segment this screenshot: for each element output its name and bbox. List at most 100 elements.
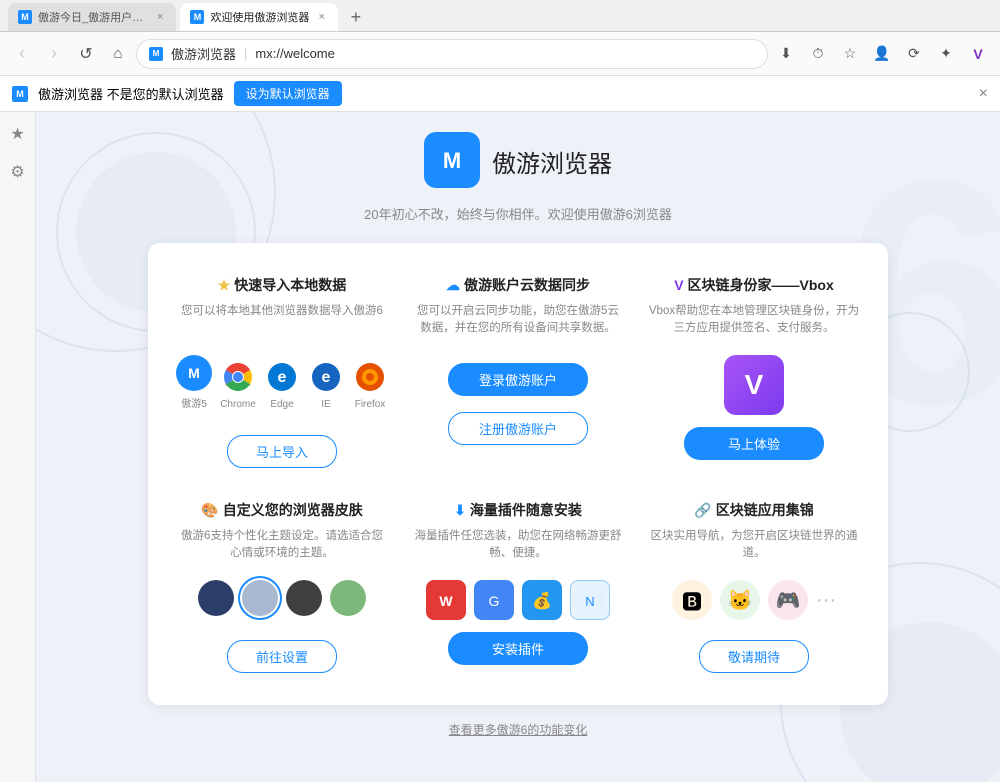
infobar-message: 傲游浏览器 不是您的默认浏览器 xyxy=(38,84,224,103)
svg-text:M: M xyxy=(188,365,200,381)
vbox-logo: V xyxy=(724,355,784,415)
sync-card-desc: 您可以开启云同步功能，助您在傲游5云数据，并在您的所有设备间共享数据。 xyxy=(412,303,624,343)
more-features-link[interactable]: 查看更多傲游6的功能变化 xyxy=(449,721,588,738)
sync-button[interactable]: ⟳ xyxy=(900,40,928,68)
address-favicon: M xyxy=(149,47,163,61)
theme-dark[interactable] xyxy=(286,580,322,616)
navbar: ‹ › ↺ ⌂ M 傲游浏览器 | mx://welcome ⬇ ⏱ ☆ 👤 ⟳… xyxy=(0,32,1000,76)
extensions-button[interactable]: ✦ xyxy=(932,40,960,68)
import-browser-icons: M 傲游5 xyxy=(176,355,388,410)
tab2-favicon: M xyxy=(190,10,204,24)
tab-2[interactable]: M 欢迎使用傲游浏览器 × xyxy=(180,3,337,31)
plugins-title-icon: ⬇ xyxy=(454,502,466,519)
svg-text:e: e xyxy=(278,369,287,386)
plugins-card-title: ⬇ 海量插件随意安装 xyxy=(454,500,582,520)
theme-light-blue[interactable] xyxy=(242,580,278,616)
plugins-card: ⬇ 海量插件随意安装 海量插件任您选装，助您在网络畅游更舒畅、便捷。 W G 💰 xyxy=(408,492,628,681)
infobar: M 傲游浏览器 不是您的默认浏览器 设为默认浏览器 × xyxy=(0,76,1000,112)
sidebar: ★ ⚙ xyxy=(0,112,36,782)
blockchain-card-desc: 区块实用导航，为您开启区块链世界的通道。 xyxy=(648,528,860,568)
skin-card: 🎨 自定义您的浏览器皮肤 傲游6支持个性化主题设定。请选适合您心情或环境的主题。… xyxy=(172,492,392,681)
browser-firefox: Firefox xyxy=(352,359,388,410)
plugin-other: N xyxy=(570,580,610,620)
address-bar[interactable]: M 傲游浏览器 | mx://welcome xyxy=(136,39,768,69)
address-domain: 傲游浏览器 xyxy=(171,44,236,63)
home-button[interactable]: ⌂ xyxy=(104,40,132,68)
vbox-card: V 区块链身份家——Vbox Vbox帮助您在本地管理区块链身份，开为三方应用提… xyxy=(644,267,864,476)
blockchain-card-title: 🔗 区块链应用集锦 xyxy=(694,500,813,520)
brand-logo: M xyxy=(424,132,480,188)
svg-text:W: W xyxy=(439,593,453,609)
browser-edge: e Edge xyxy=(264,359,300,410)
skin-settings-button[interactable]: 前往设置 xyxy=(227,640,337,673)
tab1-close[interactable]: × xyxy=(154,10,166,24)
tab2-close[interactable]: × xyxy=(315,10,327,24)
svg-text:N: N xyxy=(585,594,594,609)
feature-cards: ★ 快速导入本地数据 您可以将本地其他浏览器数据导入傲游6 M 傲游5 xyxy=(148,243,888,705)
blockchain-icon-2: 🐱 xyxy=(720,580,760,620)
theme-colors xyxy=(198,580,366,616)
login-button[interactable]: 登录傲游账户 xyxy=(448,363,588,396)
bookmark-button[interactable]: ☆ xyxy=(836,40,864,68)
import-card-desc: 您可以将本地其他浏览器数据导入傲游6 xyxy=(181,303,383,343)
tab2-label: 欢迎使用傲游浏览器 xyxy=(210,9,309,25)
main-content: 6 M 傲游浏览器 20年初心不改，始终与你相伴。欢迎使用傲游6浏览器 ★ 快速… xyxy=(36,112,1000,782)
vbox-button[interactable]: 马上体验 xyxy=(684,427,824,460)
svg-text:e: e xyxy=(322,369,331,386)
vbox-title-icon: V xyxy=(674,277,683,293)
install-plugins-button[interactable]: 安装插件 xyxy=(448,632,588,665)
infobar-close[interactable]: × xyxy=(979,85,988,103)
history-button[interactable]: ⏱ xyxy=(804,40,832,68)
forward-button[interactable]: › xyxy=(40,40,68,68)
vbox-card-title: V 区块链身份家——Vbox xyxy=(674,275,834,295)
blockchain-card: 🔗 区块链应用集锦 区块实用导航，为您开启区块链世界的通道。 🅱 🐱 🎮 xyxy=(644,492,864,681)
blockchain-icon-3: 🎮 xyxy=(768,580,808,620)
blockchain-title-icon: 🔗 xyxy=(694,502,711,519)
plugin-translate: G xyxy=(474,580,514,620)
sidebar-settings[interactable]: ⚙ xyxy=(6,160,30,184)
address-url: mx://welcome xyxy=(255,46,334,61)
theme-landscape[interactable] xyxy=(330,580,366,616)
sync-title-icon: ☁ xyxy=(446,277,460,294)
browser-ie: e IE xyxy=(308,359,344,410)
tab1-label: 傲游今日_傲游用户专属 xyxy=(38,9,148,25)
svg-text:💰: 💰 xyxy=(532,591,552,610)
infobar-favicon: M xyxy=(12,86,28,102)
refresh-button[interactable]: ↺ xyxy=(72,40,100,68)
import-card: ★ 快速导入本地数据 您可以将本地其他浏览器数据导入傲游6 M 傲游5 xyxy=(172,267,392,476)
welcome-section: M 傲游浏览器 20年初心不改，始终与你相伴。欢迎使用傲游6浏览器 ★ 快速导入… xyxy=(36,112,1000,738)
vbox-card-desc: Vbox帮助您在本地管理区块链身份，开为三方应用提供签名、支付服务。 xyxy=(648,303,860,343)
plugins-card-desc: 海量插件任您选装，助您在网络畅游更舒畅、便捷。 xyxy=(412,528,624,568)
theme-dark-blue[interactable] xyxy=(198,580,234,616)
set-default-button[interactable]: 设为默认浏览器 xyxy=(234,81,342,106)
import-card-title: ★ 快速导入本地数据 xyxy=(218,275,347,295)
import-button[interactable]: 马上导入 xyxy=(227,435,337,468)
plugin-icons-row: W G 💰 N xyxy=(426,580,610,620)
address-separator: | xyxy=(244,46,247,61)
nav-actions: ⬇ ⏱ ☆ 👤 ⟳ ✦ V xyxy=(772,40,992,68)
skin-card-title: 🎨 自定义您的浏览器皮肤 xyxy=(201,500,362,520)
download-button[interactable]: ⬇ xyxy=(772,40,800,68)
plugin-office: W xyxy=(426,580,466,620)
svg-text:G: G xyxy=(489,593,500,609)
tab1-favicon: M xyxy=(18,10,32,24)
profile-button[interactable]: 👤 xyxy=(868,40,896,68)
sync-card: ☁ 傲游账户云数据同步 您可以开启云同步功能，助您在傲游5云数据，并在您的所有设… xyxy=(408,267,628,476)
register-button[interactable]: 注册傲游账户 xyxy=(448,412,588,445)
back-button[interactable]: ‹ xyxy=(8,40,36,68)
menu-button[interactable]: V xyxy=(964,40,992,68)
skin-card-desc: 傲游6支持个性化主题设定。请选适合您心情或环境的主题。 xyxy=(176,528,388,568)
blockchain-more: ··· xyxy=(816,589,836,612)
sidebar-favorites[interactable]: ★ xyxy=(6,122,30,146)
brand-subtitle: 20年初心不改，始终与你相伴。欢迎使用傲游6浏览器 xyxy=(364,204,672,223)
skin-title-icon: 🎨 xyxy=(201,502,218,519)
plugin-finance: 💰 xyxy=(522,580,562,620)
svg-text:M: M xyxy=(443,148,461,173)
tab-1[interactable]: M 傲游今日_傲游用户专属 × xyxy=(8,3,176,31)
blockchain-coming-soon-button[interactable]: 敬请期待 xyxy=(699,640,809,673)
new-tab-button[interactable]: + xyxy=(342,3,370,31)
layout: ★ ⚙ 6 M 傲游浏览器 20年初心不改，始终与你相伴。欢迎使用傲游6浏览器 xyxy=(0,112,1000,782)
import-title-icon: ★ xyxy=(218,277,231,294)
browser-chrome: Chrome xyxy=(220,359,256,410)
brand-title: 傲游浏览器 xyxy=(492,144,612,179)
